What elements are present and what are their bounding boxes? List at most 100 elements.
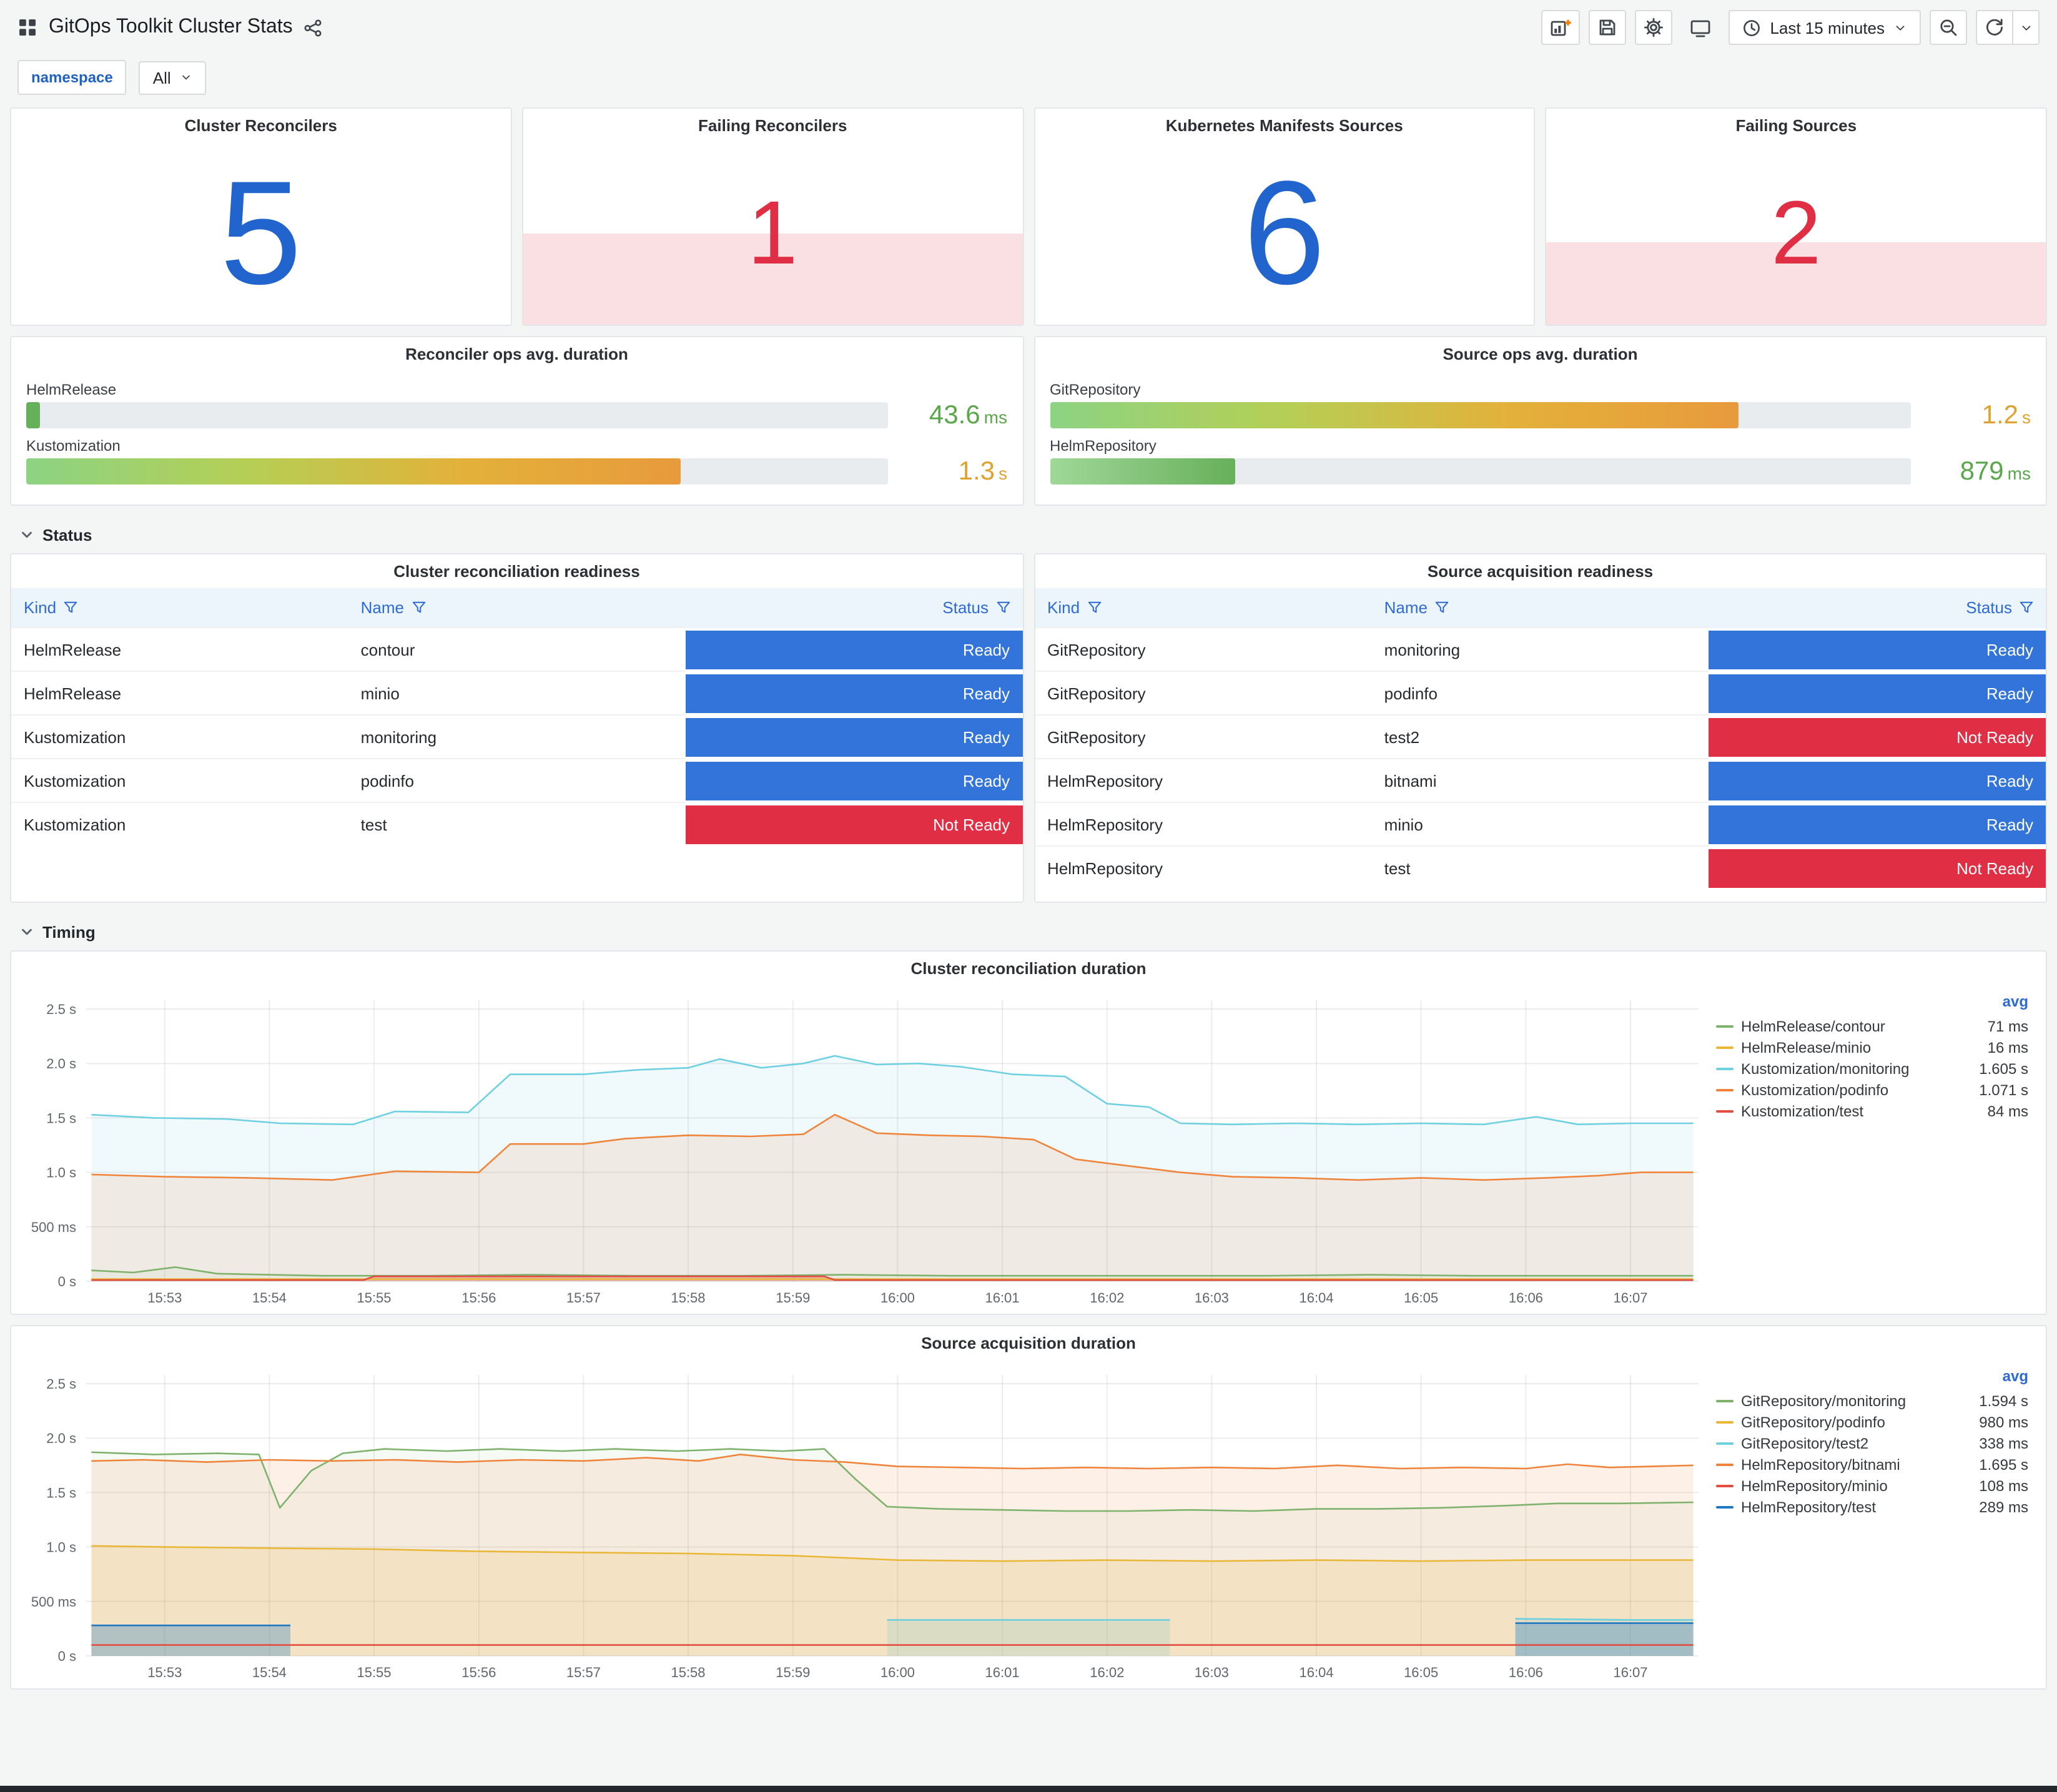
- filter-icon[interactable]: [64, 601, 77, 614]
- filter-icon[interactable]: [412, 601, 425, 614]
- row-header-status[interactable]: Status: [10, 516, 2047, 553]
- time-series-chart[interactable]: 0 s 500 ms 1.0 s 1.5 s 2.0 s 2.5 s 15:53 15:54 1…: [16, 988, 1711, 1309]
- svg-text:500 ms: 500 ms: [31, 1594, 76, 1610]
- cell-kind: Kustomization: [11, 714, 348, 759]
- svg-text:15:53: 15:53: [147, 1290, 182, 1306]
- svg-text:16:05: 16:05: [1404, 1665, 1438, 1680]
- chart-canvas[interactable]: 0 s 500 ms 1.0 s 1.5 s 2.0 s 2.5 s 15:53 15:54 1…: [16, 1362, 1711, 1683]
- panel-title[interactable]: Source acquisition readiness: [1035, 554, 2046, 588]
- cell-status: Ready: [1709, 802, 2046, 846]
- column-header-kind[interactable]: Kind: [1035, 588, 1372, 628]
- legend-series-name: HelmRepository/test: [1741, 1498, 1877, 1515]
- filter-icon[interactable]: [996, 601, 1010, 615]
- svg-text:15:54: 15:54: [252, 1665, 287, 1680]
- column-header-status[interactable]: Status: [1709, 588, 2046, 628]
- time-range-picker[interactable]: Last 15 minutes: [1729, 10, 1921, 45]
- table-row[interactable]: HelmRepository test Not Ready: [1035, 845, 2046, 890]
- cycle-view-mode-button[interactable]: [1681, 10, 1720, 45]
- legend-series-name: HelmRepository/bitnami: [1741, 1455, 1900, 1473]
- legend-item[interactable]: HelmRepository/minio 108 ms: [1716, 1475, 2028, 1496]
- column-header-name[interactable]: Name: [1371, 588, 1709, 628]
- legend-series-color: [1716, 1484, 1734, 1487]
- cell-status: Ready: [685, 715, 1022, 759]
- svg-text:16:00: 16:00: [881, 1665, 915, 1680]
- legend-item[interactable]: Kustomization/test 84 ms: [1716, 1100, 2028, 1121]
- svg-text:0 s: 0 s: [58, 1648, 76, 1664]
- svg-text:15:57: 15:57: [566, 1290, 601, 1306]
- panel-title[interactable]: Kubernetes Manifests Sources: [1035, 109, 1534, 142]
- panel-title[interactable]: Reconciler ops avg. duration: [11, 337, 1022, 371]
- legend-avg-header[interactable]: avg: [1716, 993, 2028, 1015]
- legend-item[interactable]: GitRepository/podinfo 980 ms: [1716, 1411, 2028, 1432]
- panel-source-ops-duration: Source ops avg. duration GitRepository 1…: [1033, 336, 2047, 506]
- svg-text:15:55: 15:55: [357, 1665, 391, 1680]
- legend-item[interactable]: HelmRelease/minio 16 ms: [1716, 1036, 2028, 1058]
- legend-item[interactable]: GitRepository/test2 338 ms: [1716, 1432, 2028, 1454]
- variable-value-dropdown[interactable]: All: [139, 61, 206, 94]
- variables-row: namespace All: [0, 55, 2057, 107]
- legend-item[interactable]: GitRepository/monitoring 1.594 s: [1716, 1390, 2028, 1411]
- refresh-button-group: [1976, 10, 2040, 45]
- svg-text:16:01: 16:01: [985, 1290, 1019, 1306]
- legend-item[interactable]: HelmRelease/contour 71 ms: [1716, 1015, 2028, 1036]
- chevron-down-icon: [2021, 25, 2030, 30]
- zoom-out-time-button[interactable]: [1930, 10, 1967, 45]
- cell-name: podinfo: [348, 758, 686, 802]
- dashboard-grid-icon[interactable]: [17, 17, 37, 37]
- table-row[interactable]: GitRepository podinfo Ready: [1035, 671, 2046, 715]
- row-header-timing[interactable]: Timing: [10, 913, 2047, 950]
- column-header-name[interactable]: Name: [348, 588, 686, 628]
- legend-avg-header[interactable]: avg: [1716, 1367, 2028, 1390]
- svg-text:2.5 s: 2.5 s: [46, 1002, 76, 1017]
- svg-text:15:59: 15:59: [776, 1290, 810, 1306]
- cell-kind: HelmRelease: [11, 671, 348, 715]
- svg-text:15:59: 15:59: [776, 1665, 810, 1680]
- table-row[interactable]: HelmRelease contour Ready: [11, 627, 1022, 671]
- panel-title[interactable]: Cluster Reconcilers: [11, 109, 511, 142]
- table-row[interactable]: Kustomization podinfo Ready: [11, 758, 1022, 802]
- panel-title[interactable]: Cluster reconciliation readiness: [11, 554, 1022, 588]
- bar-gauge-fill: [26, 401, 41, 428]
- cell-status: Ready: [1709, 671, 2046, 715]
- refresh-button[interactable]: [1976, 10, 2013, 45]
- panel-title[interactable]: Source acquisition duration: [11, 1326, 2046, 1360]
- table-row[interactable]: Kustomization test Not Ready: [11, 802, 1022, 846]
- filter-icon[interactable]: [1435, 601, 1449, 614]
- svg-text:15:53: 15:53: [147, 1665, 182, 1680]
- panel-title[interactable]: Failing Reconcilers: [523, 109, 1023, 142]
- save-dashboard-button[interactable]: [1589, 10, 1627, 45]
- svg-text:1.5 s: 1.5 s: [46, 1110, 76, 1126]
- cell-kind: Kustomization: [11, 758, 348, 802]
- share-icon[interactable]: [304, 18, 323, 37]
- filter-icon[interactable]: [2020, 601, 2033, 615]
- column-header-status[interactable]: Status: [685, 588, 1022, 628]
- legend-series-color: [1716, 1110, 1734, 1112]
- svg-text:16:03: 16:03: [1195, 1290, 1229, 1306]
- legend-series-avg: 289 ms: [1979, 1498, 2028, 1515]
- legend-item[interactable]: HelmRepository/bitnami 1.695 s: [1716, 1454, 2028, 1475]
- cell-status: Ready: [685, 628, 1022, 671]
- table-row[interactable]: HelmRepository minio Ready: [1035, 802, 2046, 846]
- panel-title[interactable]: Source ops avg. duration: [1035, 337, 2046, 371]
- table-row[interactable]: HelmRepository bitnami Ready: [1035, 758, 2046, 802]
- panel-title[interactable]: Cluster reconciliation duration: [11, 952, 2046, 985]
- dashboard-settings-button[interactable]: [1635, 10, 1673, 45]
- cell-name: minio: [348, 671, 686, 715]
- table-row[interactable]: GitRepository monitoring Ready: [1035, 627, 2046, 671]
- table-row[interactable]: GitRepository test2 Not Ready: [1035, 714, 2046, 759]
- time-series-chart[interactable]: 0 s 500 ms 1.0 s 1.5 s 2.0 s 2.5 s 15:53 15:54 1…: [16, 1362, 1711, 1683]
- filter-icon[interactable]: [1087, 601, 1101, 614]
- column-header-kind[interactable]: Kind: [11, 588, 348, 628]
- refresh-interval-dropdown[interactable]: [2012, 10, 2040, 45]
- legend-item[interactable]: Kustomization/monitoring 1.605 s: [1716, 1058, 2028, 1079]
- chart-canvas[interactable]: 0 s 500 ms 1.0 s 1.5 s 2.0 s 2.5 s 15:53 15:54 1…: [16, 988, 1711, 1309]
- legend-item[interactable]: HelmRepository/test 289 ms: [1716, 1496, 2028, 1517]
- panel-reconciler-ops-duration: Reconciler ops avg. duration HelmRelease…: [10, 336, 1024, 506]
- svg-text:15:58: 15:58: [671, 1290, 705, 1306]
- chevron-down-icon: [182, 75, 190, 80]
- add-panel-button[interactable]: [1541, 10, 1581, 45]
- legend-item[interactable]: Kustomization/podinfo 1.071 s: [1716, 1079, 2028, 1100]
- table-row[interactable]: Kustomization monitoring Ready: [11, 714, 1022, 759]
- table-row[interactable]: HelmRelease minio Ready: [11, 671, 1022, 715]
- panel-title[interactable]: Failing Sources: [1547, 109, 2046, 142]
